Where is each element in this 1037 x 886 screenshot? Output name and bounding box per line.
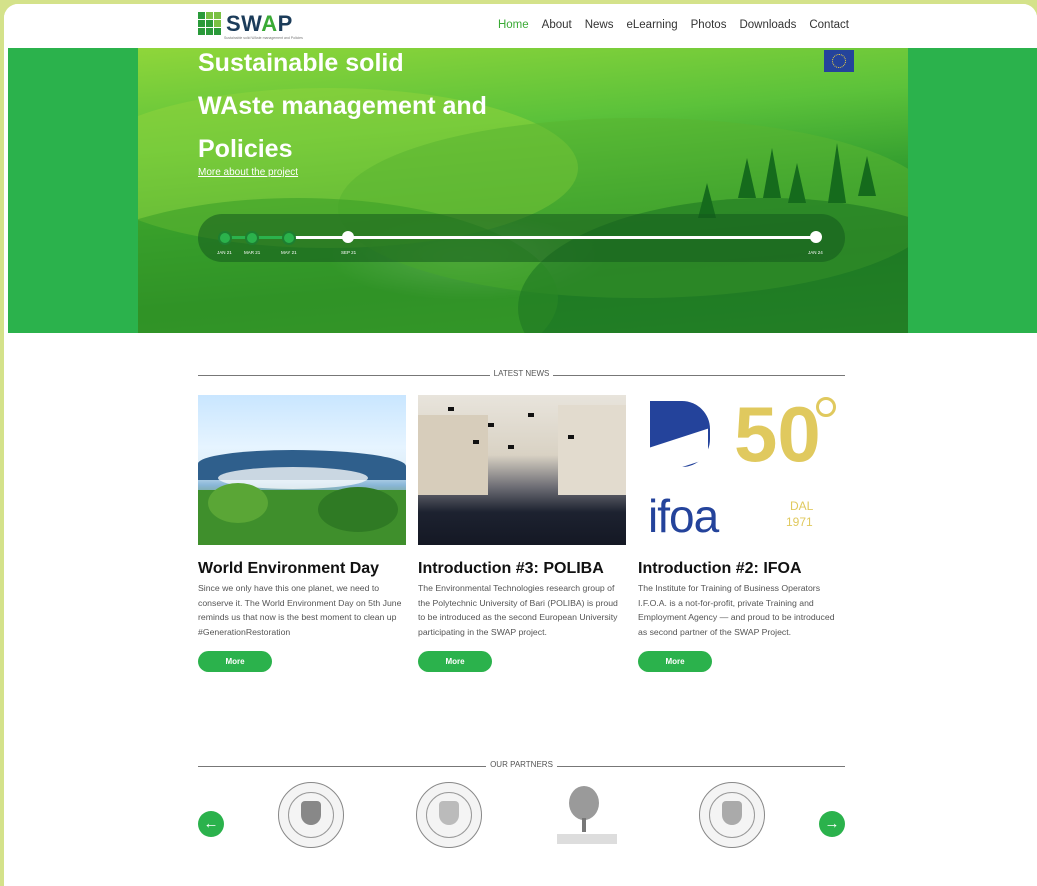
more-button[interactable]: More — [198, 651, 272, 672]
partner-logo-tree[interactable] — [555, 782, 619, 846]
ifoa-dal-text: DAL — [790, 499, 814, 513]
nav-photos[interactable]: Photos — [691, 19, 727, 31]
eu-flag-icon — [824, 50, 854, 72]
timeline-dot[interactable] — [810, 231, 822, 243]
project-timeline: JAN 21 MAR 21 MAY 21 SEP 21 JAN 24 — [198, 214, 845, 262]
timeline-label: JAN 21 — [217, 250, 232, 255]
next-partner-button[interactable]: → — [819, 811, 845, 837]
ifoa-wordmark: ifoa — [648, 490, 719, 542]
partner-logo-institute[interactable] — [699, 782, 765, 848]
timeline-label: JAN 24 — [808, 250, 823, 255]
nav-home[interactable]: Home — [498, 19, 529, 31]
news-title[interactable]: Introduction #3: POLIBA — [418, 560, 626, 578]
browser-page: SWAP Sustainable solid WAste management … — [4, 4, 1037, 886]
logo-tagline: Sustainable solid WAste management and P… — [224, 36, 303, 40]
ifoa-year-text: 1971 — [786, 515, 813, 529]
logo-grid-icon — [198, 12, 221, 35]
nav-about[interactable]: About — [542, 19, 572, 31]
timeline-dot[interactable] — [282, 231, 296, 245]
more-button[interactable]: More — [418, 651, 492, 672]
partner-logo-seal[interactable] — [416, 782, 482, 848]
latest-news-heading: LATEST NEWS — [198, 369, 845, 381]
our-partners-heading: OUR PARTNERS — [198, 760, 845, 772]
prev-partner-button[interactable]: ← — [198, 811, 224, 837]
partner-logo-maejo-university[interactable] — [278, 782, 344, 848]
more-about-project-link[interactable]: More about the project — [198, 167, 298, 178]
news-excerpt: The Institute for Training of Business O… — [638, 583, 835, 637]
hero-banner — [8, 48, 1037, 333]
timeline-label: MAY 21 — [281, 250, 297, 255]
main-nav: Home About News eLearning Photos Downloa… — [498, 19, 849, 31]
nav-elearning[interactable]: eLearning — [626, 19, 677, 31]
ifoa-anniversary-number: 50 — [734, 395, 821, 478]
news-title[interactable]: World Environment Day — [198, 560, 406, 578]
news-title[interactable]: Introduction #2: IFOA — [638, 560, 846, 578]
timeline-dot[interactable] — [245, 231, 259, 245]
news-card: 50 ifoa DAL 1971 Introduction #2: IFOA T… — [638, 395, 846, 672]
timeline-dot[interactable] — [342, 231, 354, 243]
news-excerpt: Since we only have this one planet, we n… — [198, 583, 402, 637]
hero-title: Sustainable solid WAste management and P… — [198, 49, 487, 163]
site-header: SWAP Sustainable solid WAste management … — [4, 4, 1037, 48]
timeline-label: MAR 21 — [244, 250, 261, 255]
nav-contact[interactable]: Contact — [809, 19, 849, 31]
swap-logo[interactable]: SWAP Sustainable solid WAste management … — [198, 10, 303, 40]
timeline-dot[interactable] — [218, 231, 232, 245]
ifoa-logo-image[interactable]: 50 ifoa DAL 1971 — [638, 395, 846, 545]
news-image-mountains[interactable] — [198, 395, 406, 545]
nav-news[interactable]: News — [585, 19, 614, 31]
logo-wordmark: SWAP — [226, 10, 293, 36]
timeline-label: SEP 21 — [341, 250, 357, 255]
news-card: World Environment Day Since we only have… — [198, 395, 406, 672]
news-image-graduation[interactable] — [418, 395, 626, 545]
news-excerpt: The Environmental Technologies research … — [418, 583, 618, 637]
news-card: Introduction #3: POLIBA The Environmenta… — [418, 395, 626, 672]
more-button[interactable]: More — [638, 651, 712, 672]
nav-downloads[interactable]: Downloads — [739, 19, 796, 31]
